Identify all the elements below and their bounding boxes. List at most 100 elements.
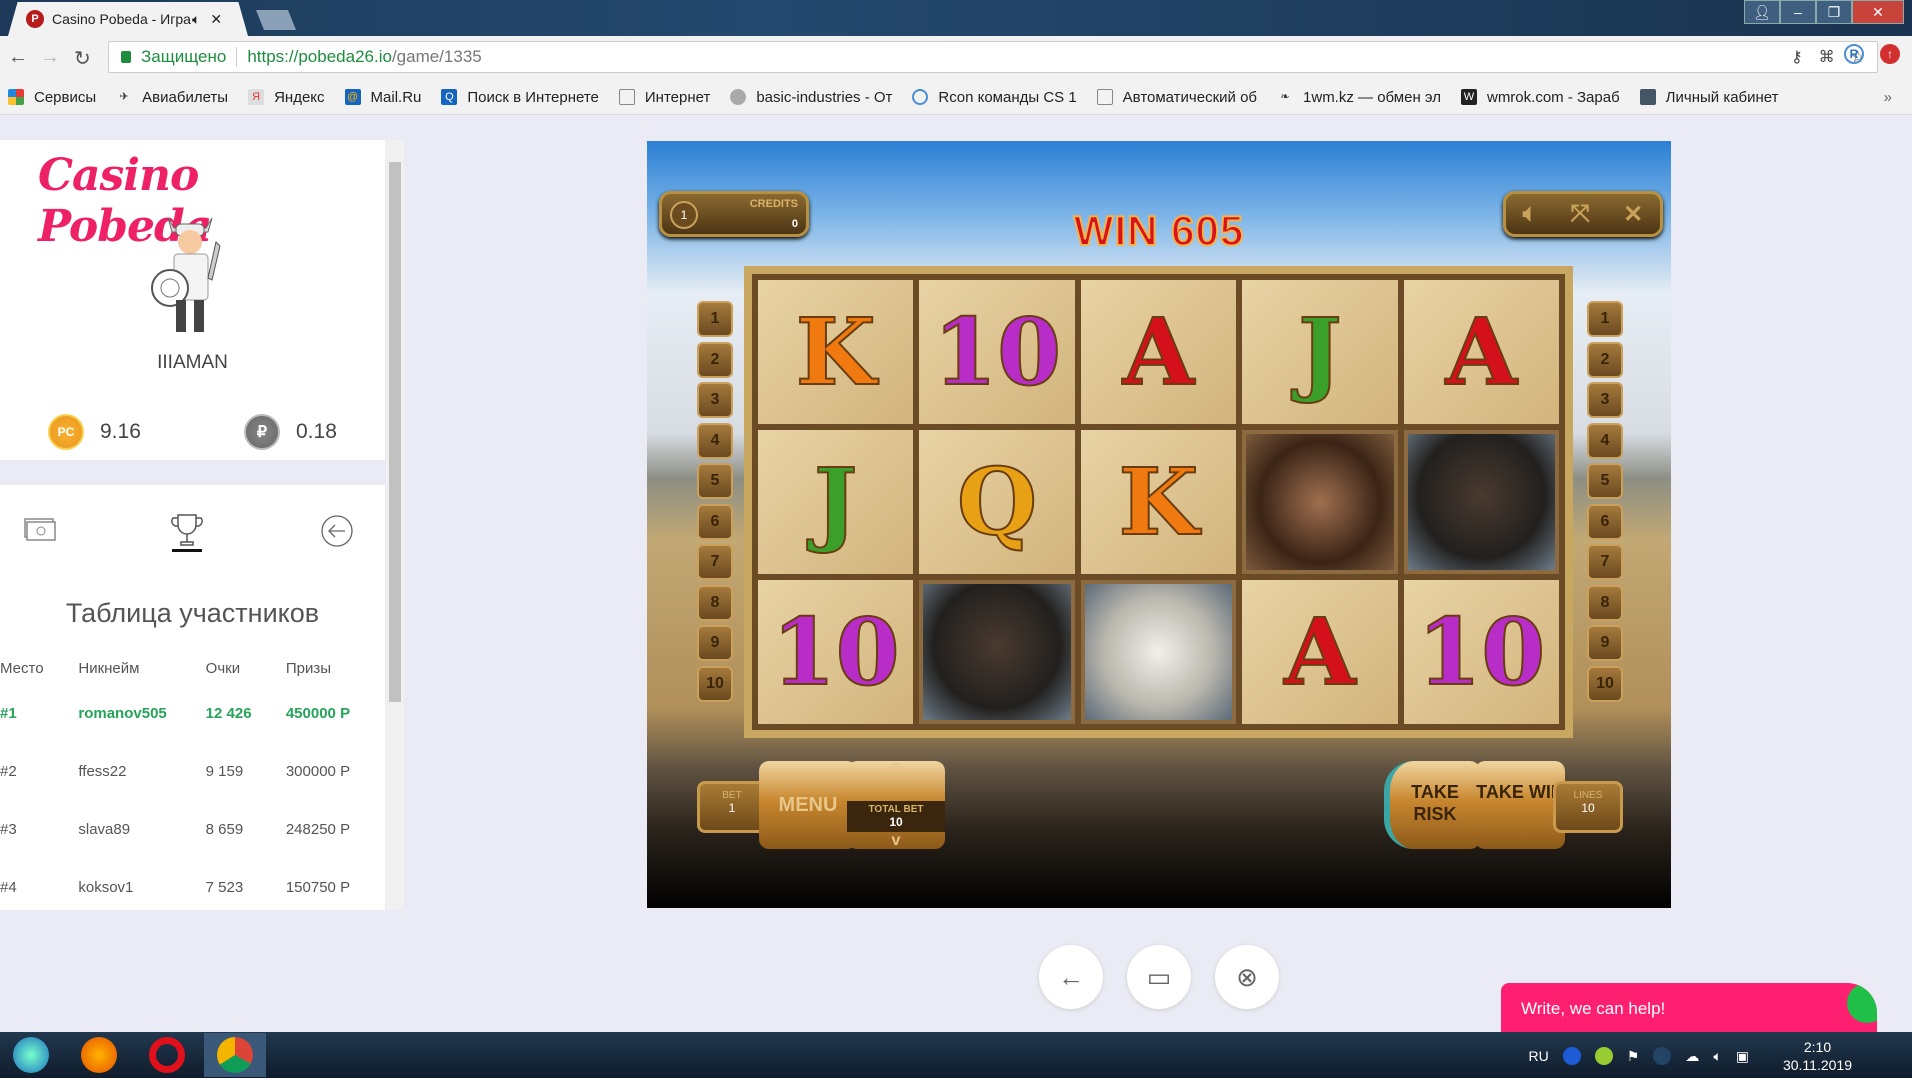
table-row: #3 slava89 8 659 248250 Р — [0, 820, 351, 838]
bookmark-item[interactable]: Wwmrok.com - Зараб — [1460, 89, 1620, 106]
leaderboard-title: Таблица участников — [65, 598, 320, 628]
translate-icon[interactable]: ⌘ — [1819, 47, 1835, 67]
url-input[interactable]: Защищено https://pobeda26.io/game/1335 ⚷… — [108, 41, 1878, 73]
new-tab-button[interactable] — [256, 10, 296, 30]
volume-icon[interactable]: 🔈︎ — [1713, 1048, 1721, 1065]
take-win-button[interactable]: TAKE WIN — [1475, 761, 1565, 849]
trophy-icon[interactable] — [170, 512, 204, 552]
lock-icon — [121, 51, 131, 63]
flag-icon[interactable]: ⚑ — [1627, 1048, 1640, 1065]
bookmark-item[interactable]: basic-industries - От — [730, 89, 892, 106]
start-button[interactable] — [0, 1033, 62, 1077]
close-button[interactable]: ⊗ — [1215, 945, 1279, 1009]
table-row: #4 koksov1 7 523 150750 Р — [0, 878, 351, 896]
slot-game[interactable]: 1 CREDITS 0 🔈︎ ⤧ ✕ WIN 605 1 2 3 4 5 6 7 8 9 10 123… — [647, 141, 1671, 908]
profile-button[interactable]: 👤︎ — [1744, 0, 1780, 24]
back-icon[interactable]: ← — [8, 46, 28, 69]
divider — [0, 460, 385, 485]
line-number[interactable]: 2 — [1587, 341, 1623, 378]
help-icon[interactable] — [1562, 1047, 1581, 1065]
minimize-button[interactable]: – — [1780, 0, 1816, 24]
page-icon — [618, 89, 635, 105]
line-numbers-left: 1 2 3 4 5 6 7 8 9 10 — [697, 301, 733, 706]
symbol-j: J — [758, 430, 914, 574]
line-number[interactable]: 2 — [697, 341, 733, 378]
line-number[interactable]: 3 — [1587, 382, 1623, 418]
bookmark-item[interactable]: Личный кабинет — [1639, 89, 1779, 106]
bookmark-apps[interactable]: Сервисы — [8, 89, 96, 106]
reload-icon[interactable]: ↻ — [74, 46, 91, 71]
symbol-10: 10 — [919, 280, 1075, 424]
more-bookmarks-button[interactable]: » — [1884, 89, 1892, 106]
clock[interactable]: 2:10 30.11.2019 — [1783, 1038, 1852, 1074]
line-number[interactable]: 1 — [697, 301, 733, 337]
bookmark-item[interactable]: Q Поиск в Интернете — [441, 89, 599, 106]
line-number[interactable]: 10 — [1587, 665, 1623, 702]
username: IIIAMAN — [157, 352, 228, 373]
bookmark-item[interactable]: ✈ Авиабилеты — [116, 89, 229, 106]
leaderboard-table: Место Никнейм Очки Призы #1 romanov505 12 426… — [0, 652, 385, 910]
bet-down-icon[interactable]: v — [847, 832, 945, 850]
line-number[interactable]: 8 — [1587, 584, 1623, 621]
page-icon — [1096, 89, 1113, 105]
menu-button[interactable]: MENU — [759, 761, 857, 849]
total-bet-control: ^ TOTAL BET 10 v — [847, 761, 945, 849]
line-number[interactable]: 1 — [1587, 301, 1623, 337]
chrome-icon[interactable] — [204, 1033, 266, 1077]
bookmark-item[interactable]: ❧ 1wm.kz — обмен эл — [1277, 89, 1441, 106]
maximize-button[interactable]: ❐ — [1816, 0, 1852, 24]
ruble-coin-icon: ₽ — [244, 414, 280, 450]
fullscreen-button[interactable]: ▭ — [1127, 945, 1191, 1009]
line-number[interactable]: 5 — [697, 463, 733, 499]
bookmark-item[interactable]: Интернет — [618, 89, 710, 106]
symbol-a: A — [1080, 280, 1237, 424]
bet-up-icon[interactable]: ^ — [847, 761, 945, 779]
extension-upload-icon[interactable]: ↑ — [1880, 44, 1900, 64]
line-number[interactable]: 10 — [697, 665, 733, 702]
network-icon[interactable]: ☁ — [1685, 1048, 1699, 1065]
line-number[interactable]: 6 — [1587, 503, 1623, 540]
monitor-icon[interactable]: ▣ — [1736, 1048, 1749, 1065]
1wm-icon: ❧ — [1280, 91, 1290, 103]
bookmark-item[interactable]: @ Mail.Ru — [344, 89, 421, 106]
tray-app-icon[interactable] — [1594, 1047, 1613, 1065]
symbol-black-horse — [919, 580, 1075, 724]
bookmark-item[interactable]: Rcon команды CS 1 — [912, 89, 1077, 106]
firefox-icon[interactable] — [68, 1033, 130, 1077]
symbol-j: J — [1242, 280, 1398, 424]
take-risk-button[interactable]: TAKE RISK — [1384, 761, 1480, 849]
key-icon[interactable]: ⚷ — [1791, 47, 1803, 67]
opera-icon[interactable] — [136, 1033, 198, 1077]
back-button[interactable]: ← — [1039, 945, 1103, 1009]
close-tab-icon[interactable]: ✕ — [210, 11, 222, 28]
close-icon: ⊗ — [1236, 961, 1258, 992]
line-number[interactable]: 7 — [697, 544, 733, 580]
online-indicator — [1847, 983, 1877, 1023]
back-arrow-icon[interactable] — [321, 515, 353, 547]
cash-icon[interactable] — [24, 515, 56, 545]
line-number[interactable]: 4 — [1587, 422, 1623, 459]
line-number[interactable]: 8 — [697, 584, 733, 621]
steam-icon[interactable] — [1653, 1047, 1672, 1065]
line-number[interactable]: 6 — [697, 503, 733, 540]
favicon-icon: P — [26, 10, 44, 28]
line-number[interactable]: 7 — [1587, 544, 1623, 580]
scrollbar-thumb[interactable] — [389, 162, 401, 702]
line-number[interactable]: 4 — [697, 422, 733, 459]
bookmark-item[interactable]: Я Яндекс — [248, 89, 325, 106]
line-number[interactable]: 5 — [1587, 463, 1623, 499]
language-indicator[interactable]: RU — [1529, 1048, 1549, 1064]
line-number[interactable]: 9 — [1587, 625, 1623, 661]
forward-icon[interactable]: → — [40, 46, 60, 69]
browser-tab[interactable]: P Casino Pobeda - Игра 🔈︎ ✕ — [8, 2, 248, 36]
chat-widget[interactable]: Write, we can help! — [1501, 983, 1877, 1033]
line-number[interactable]: 3 — [697, 382, 733, 418]
viking-avatar — [151, 217, 221, 332]
reels: K 10 A J A J Q K 10 A 10 — [744, 266, 1573, 738]
taskbar: RU ⚑ ☁ 🔈︎ ▣ 2:10 30.11.2019 — [0, 1032, 1912, 1078]
extension-r-icon[interactable]: R — [1844, 44, 1864, 64]
close-window-button[interactable]: ✕ — [1852, 0, 1904, 24]
line-number[interactable]: 9 — [697, 625, 733, 661]
bookmark-item[interactable]: Автоматический об — [1096, 89, 1257, 106]
line-numbers-right: 1 2 3 4 5 6 7 8 9 10 — [1587, 301, 1623, 706]
